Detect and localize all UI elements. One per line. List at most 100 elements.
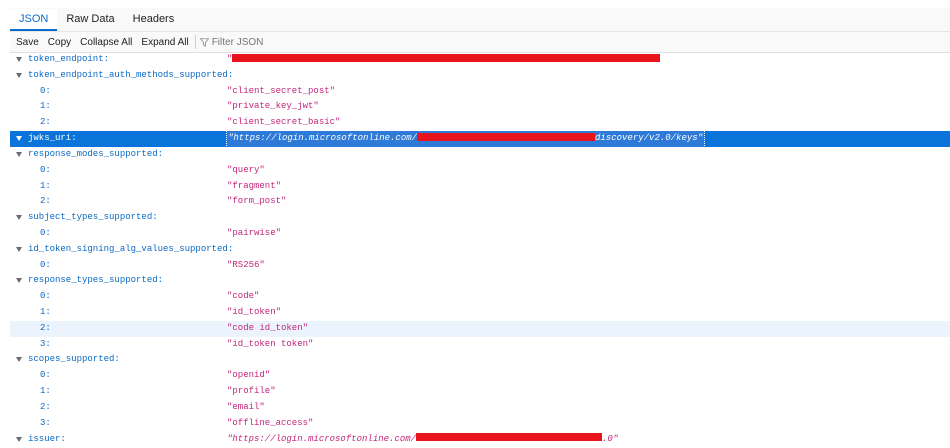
- json-key: 0:: [40, 85, 51, 96]
- property-row[interactable]: token_endpoint: ": [10, 52, 950, 68]
- array-item-row[interactable]: 0: "client_secret_post": [10, 84, 950, 100]
- json-value: ": [227, 52, 661, 68]
- json-key: 0:: [40, 227, 51, 238]
- filter-icon: [199, 37, 209, 47]
- json-key: 1:: [40, 180, 51, 191]
- array-item-row[interactable]: 1: "private_key_jwt": [10, 99, 950, 115]
- json-value-prefix: "https://login.microsoftonline.com/: [228, 133, 418, 144]
- json-key: 0:: [40, 164, 51, 175]
- json-value: "fragment": [227, 179, 281, 195]
- json-value: "id_token": [227, 305, 281, 321]
- json-value: "code id_token": [227, 321, 308, 337]
- property-row[interactable]: response_modes_supported:: [10, 147, 950, 163]
- redaction-bar: [417, 132, 596, 141]
- array-item-row[interactable]: 2: "client_secret_basic": [10, 115, 950, 131]
- json-key: 2:: [40, 322, 51, 333]
- json-key: 3:: [40, 417, 51, 428]
- json-value-text: "email": [227, 401, 265, 412]
- filter-box[interactable]: [199, 36, 332, 48]
- json-value-text: "pairwise": [227, 227, 282, 238]
- tab-headers[interactable]: Headers: [124, 9, 184, 31]
- json-value: "https://login.microsoftonline.com/disco…: [225, 130, 706, 148]
- expand-toggle-icon[interactable]: [16, 72, 22, 78]
- json-value-text: "id_token token": [227, 338, 314, 349]
- json-key: 1:: [40, 386, 51, 397]
- copy-button[interactable]: Copy: [45, 37, 74, 48]
- json-value: "id_token token": [227, 337, 313, 353]
- expand-toggle-icon[interactable]: [16, 278, 22, 284]
- json-key: subject_types_supported:: [28, 212, 158, 223]
- expand-toggle-icon[interactable]: [16, 151, 22, 157]
- array-item-row[interactable]: 2: "email": [10, 400, 950, 416]
- property-row[interactable]: subject_types_supported:: [10, 210, 950, 226]
- save-button[interactable]: Save: [13, 37, 42, 48]
- array-item-row[interactable]: 0: "RS256": [10, 258, 950, 274]
- json-key: token_endpoint:: [28, 54, 110, 64]
- collapse-all-button[interactable]: Collapse All: [77, 37, 135, 48]
- json-value-text: "code": [227, 291, 260, 302]
- tab-json[interactable]: JSON: [10, 9, 58, 31]
- expand-toggle-icon[interactable]: [16, 57, 22, 62]
- array-item-row[interactable]: 0: "pairwise": [10, 226, 950, 242]
- json-key: 1:: [40, 307, 51, 317]
- property-row[interactable]: scopes_supported:: [10, 352, 950, 368]
- json-value: "query": [227, 163, 265, 179]
- property-row[interactable]: token_endpoint_auth_methods_supported:: [10, 68, 950, 84]
- property-row[interactable]: response_types_supported:: [10, 273, 950, 289]
- array-item-row[interactable]: 0: "openid": [10, 368, 950, 384]
- json-key: 1:: [40, 101, 51, 112]
- property-row[interactable]: issuer: "https://login.microsoftonline.co…: [10, 432, 950, 448]
- json-value-text: "RS256": [227, 259, 265, 270]
- json-value-text: "id_token": [227, 307, 282, 317]
- json-value: "offline_access": [227, 416, 313, 432]
- json-value-text: "offline_access": [227, 417, 314, 428]
- array-item-row[interactable]: 0: "query": [10, 163, 950, 179]
- array-item-row[interactable]: 1: "fragment": [10, 179, 950, 195]
- json-value: "profile": [227, 384, 276, 400]
- property-row[interactable]: id_token_signing_alg_values_supported:: [10, 242, 950, 258]
- array-item-row[interactable]: 3: "id_token token": [10, 337, 950, 353]
- json-value-text: "fragment": [227, 180, 282, 191]
- array-item-row[interactable]: 2: "code id_token": [10, 320, 950, 337]
- json-key: token_endpoint_auth_methods_supported:: [28, 69, 234, 80]
- json-key: jwks_uri:: [28, 133, 77, 144]
- toolbar-divider: [194, 35, 196, 49]
- array-item-row[interactable]: 3: "offline_access": [10, 416, 950, 432]
- json-key: issuer:: [28, 433, 66, 444]
- property-row[interactable]: jwks_uri: "https://login.microsoftonline.…: [10, 130, 950, 148]
- json-value-text: "openid": [227, 370, 271, 381]
- json-value-text: "profile": [227, 386, 276, 397]
- filter-json-input[interactable]: [211, 36, 332, 48]
- expand-toggle-icon[interactable]: [16, 215, 22, 221]
- json-key: response_modes_supported:: [28, 148, 164, 159]
- expand-toggle-icon[interactable]: [16, 246, 22, 252]
- json-key: 2:: [40, 196, 51, 207]
- json-value-text: "private_key_jwt": [227, 101, 319, 112]
- json-value: "client_secret_basic": [227, 115, 340, 131]
- expand-toggle-icon[interactable]: [16, 357, 22, 363]
- array-item-row[interactable]: 1: "id_token": [10, 305, 950, 321]
- redaction-bar: [416, 433, 603, 442]
- json-key: 2:: [40, 401, 51, 412]
- json-value: "email": [227, 400, 265, 416]
- expand-all-button[interactable]: Expand All: [138, 37, 191, 48]
- tabs: JSON Raw Data Headers: [10, 8, 950, 31]
- expand-toggle-icon[interactable]: [16, 136, 22, 142]
- json-value-suffix: .0": [602, 433, 619, 444]
- json-value: "https://login.microsoftonline.com/ .0": [227, 432, 618, 448]
- toolbar: Save Copy Collapse All Expand All: [10, 31, 950, 53]
- json-value-text: "query": [227, 164, 265, 175]
- array-item-row[interactable]: 0: "code": [10, 289, 950, 305]
- json-tree: token_endpoint: " token_endpoint_auth_meth…: [10, 52, 950, 447]
- json-value: "pairwise": [227, 226, 281, 242]
- redaction-bar: [232, 53, 661, 62]
- tab-raw-data[interactable]: Raw Data: [57, 9, 123, 31]
- json-value-text: "client_secret_basic": [227, 117, 341, 128]
- expand-toggle-icon[interactable]: [16, 436, 22, 442]
- json-value-text: "form_post": [227, 196, 287, 207]
- array-item-row[interactable]: 2: "form_post": [10, 194, 950, 210]
- json-value-prefix: "https://login.microsoftonline.com/: [227, 433, 417, 444]
- array-item-row[interactable]: 1: "profile": [10, 384, 950, 400]
- json-value: "form_post": [227, 194, 286, 210]
- json-key: 0:: [40, 259, 51, 270]
